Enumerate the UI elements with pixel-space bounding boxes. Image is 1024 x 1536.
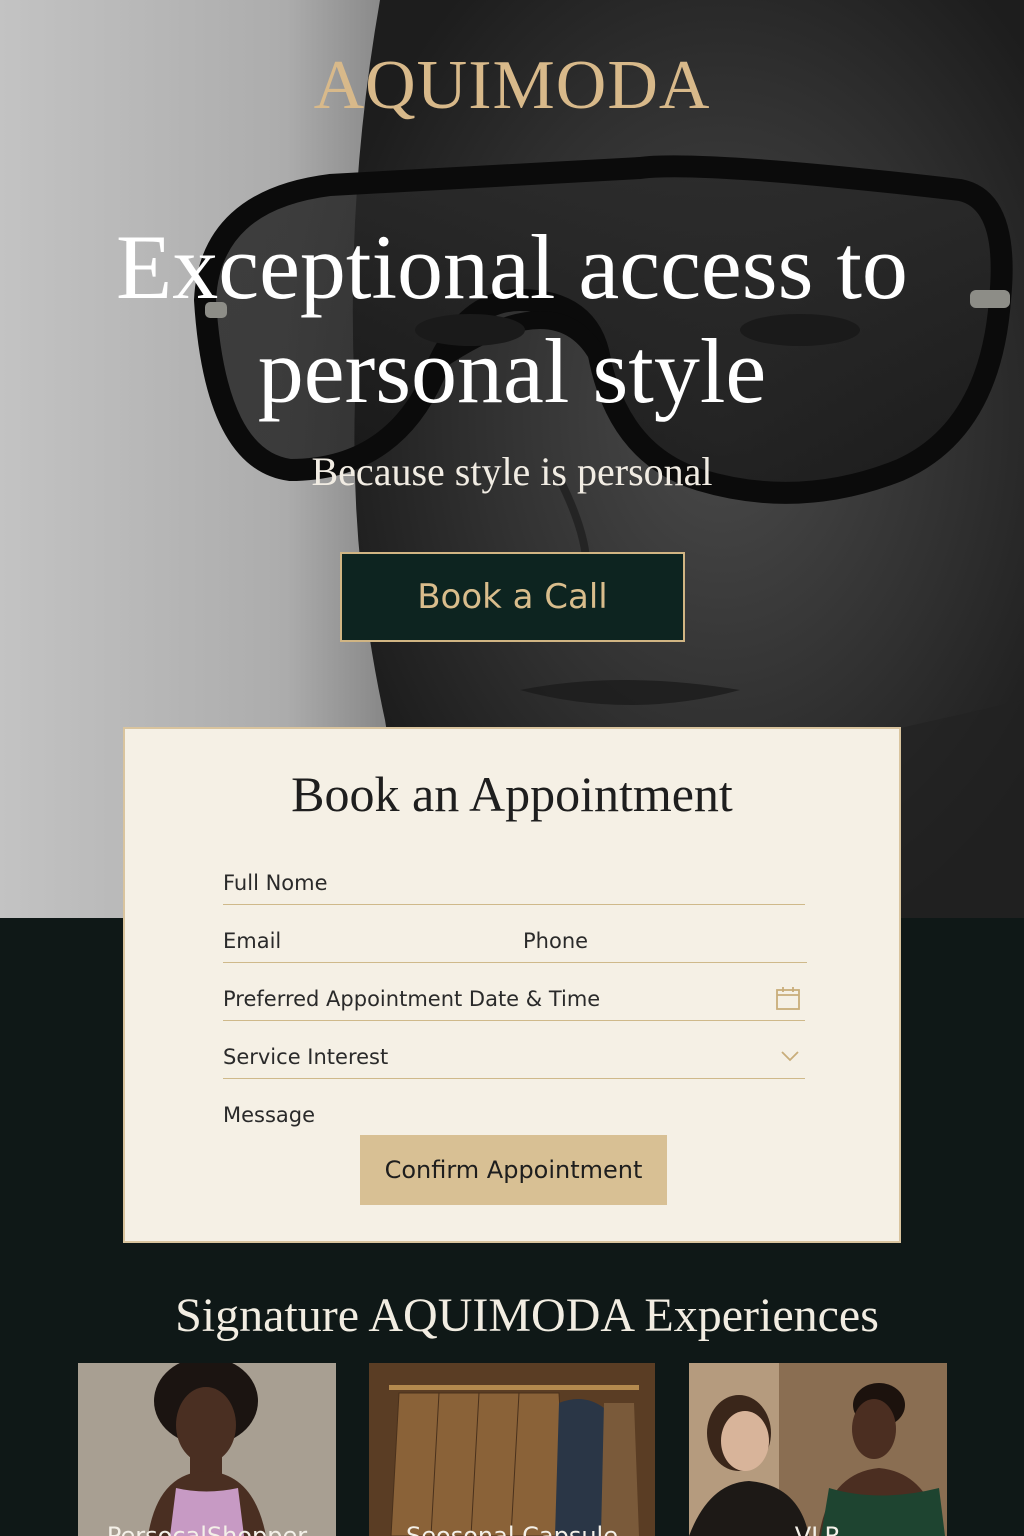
- experience-label: Seosonal Capsule: [406, 1522, 618, 1536]
- book-call-button[interactable]: Book a Call: [340, 552, 685, 642]
- experience-card-personal-shopper[interactable]: PersocalShopper: [78, 1363, 336, 1536]
- full-name-field[interactable]: Full Nome: [223, 861, 805, 905]
- experience-label: VLR: [794, 1522, 842, 1536]
- hero-subheadline: Because style is personal: [311, 449, 713, 494]
- brand-logo[interactable]: AQUIMODA: [0, 46, 1024, 126]
- confirm-appointment-button[interactable]: Confirm Appointment: [360, 1135, 667, 1205]
- service-interest-select[interactable]: Service Interest: [223, 1035, 805, 1079]
- service-interest-label: Service Interest: [223, 1045, 389, 1069]
- calendar-icon[interactable]: [775, 985, 801, 1011]
- chevron-down-icon[interactable]: [779, 1045, 801, 1067]
- hero-headline: Exceptional access to personal style: [116, 216, 908, 422]
- vlr-image: [689, 1363, 947, 1536]
- email-field[interactable]: Email: [223, 919, 523, 963]
- phone-field[interactable]: Phone: [523, 919, 807, 963]
- seasonal-capsule-image: [369, 1363, 655, 1536]
- date-time-label: Preferred Appointment Date & Time: [223, 987, 601, 1011]
- appointment-form: Book an Appointment Full Nome Email Phon…: [123, 727, 901, 1243]
- form-title: Book an Appointment: [291, 766, 733, 822]
- personal-shopper-image: [78, 1363, 336, 1536]
- message-field[interactable]: Message: [223, 1093, 805, 1137]
- experiences-title: Signature AQUIMODA Experiences: [175, 1289, 879, 1342]
- experience-card-seasonal-capsule[interactable]: Seosonal Capsule: [369, 1363, 655, 1536]
- date-time-field[interactable]: Preferred Appointment Date & Time: [223, 977, 805, 1021]
- experience-card-vlr[interactable]: VLR: [689, 1363, 947, 1536]
- experience-label: PersocalShopper: [106, 1522, 308, 1536]
